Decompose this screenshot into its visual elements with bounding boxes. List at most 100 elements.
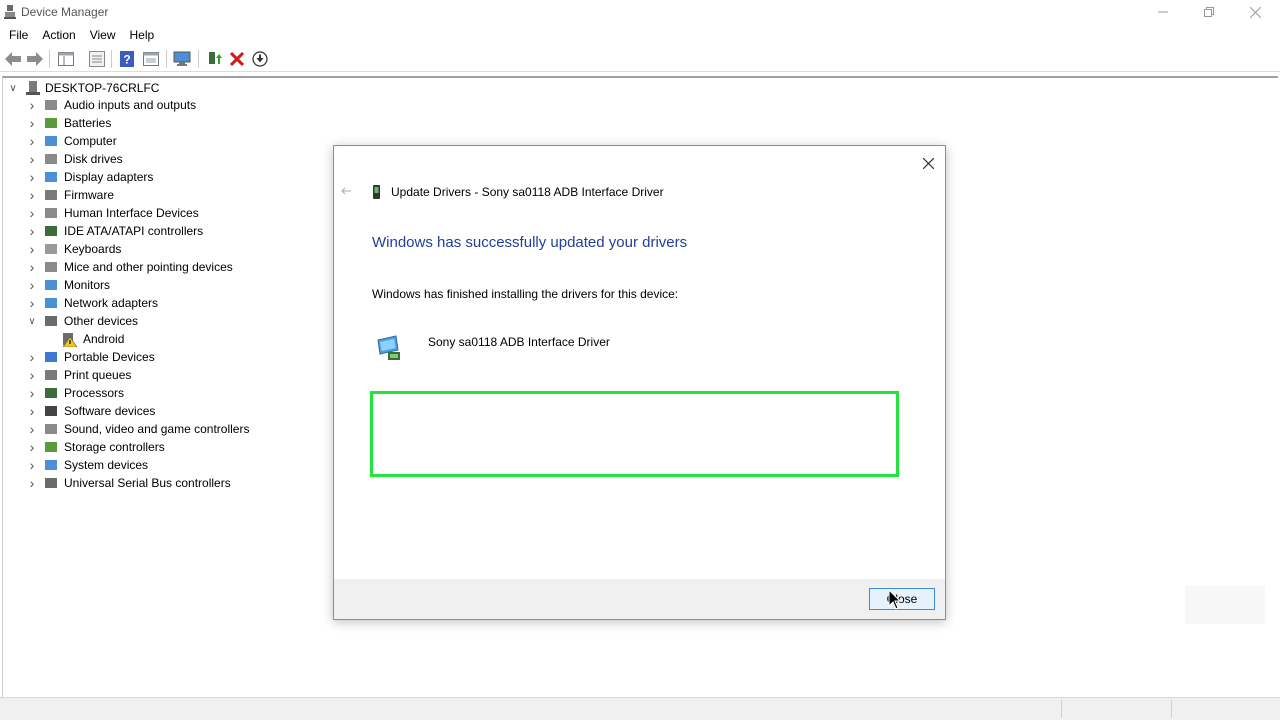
toolbar-separator: [198, 50, 199, 68]
tree-category-item[interactable]: Universal Serial Bus controllers: [64, 474, 231, 492]
dialog-header-text: Update Drivers - Sony sa0118 ADB Interfa…: [391, 185, 664, 199]
network-icon: [45, 298, 57, 308]
menu-bar: File Action View Help: [0, 24, 1280, 46]
update-driver-icon: [209, 52, 222, 64]
storage-icon: [45, 442, 57, 452]
tree-category-item[interactable]: Display adapters: [64, 168, 153, 186]
tree-category-item[interactable]: Print queues: [64, 366, 131, 384]
restore-button[interactable]: [1186, 0, 1232, 24]
tree-category-item[interactable]: Storage controllers: [64, 438, 165, 456]
chevron-right-icon[interactable]: ›: [27, 204, 37, 222]
close-button[interactable]: Close: [869, 588, 935, 610]
forward-arrow-icon: [27, 52, 43, 66]
tree-category-item[interactable]: Audio inputs and outputs: [64, 96, 196, 114]
tree-category-item[interactable]: Keyboards: [64, 240, 121, 258]
tree-category-item[interactable]: Sound, video and game controllers: [64, 420, 249, 438]
dialog-back-button[interactable]: [341, 183, 351, 198]
processor-icon: [45, 388, 57, 398]
download-circle-icon: [252, 51, 268, 67]
scan-hardware-button[interactable]: [173, 50, 191, 68]
monitor-icon: [45, 280, 57, 290]
device-manager-icon: [4, 5, 16, 19]
chevron-right-icon[interactable]: ›: [27, 222, 37, 240]
dialog-heading: Windows has successfully updated your dr…: [372, 234, 688, 251]
chevron-right-icon[interactable]: ›: [27, 150, 37, 168]
chevron-right-icon[interactable]: ›: [27, 348, 37, 366]
chevron-right-icon[interactable]: ›: [27, 438, 37, 456]
tree-category-item[interactable]: Computer: [64, 132, 117, 150]
dialog-header: Update Drivers - Sony sa0118 ADB Interfa…: [372, 185, 664, 199]
close-icon: [922, 157, 934, 169]
tree-category-item[interactable]: Other devices: [64, 312, 138, 330]
tree-category-item[interactable]: Processors: [64, 384, 124, 402]
dialog-close-button[interactable]: [917, 152, 939, 174]
tree-category-item[interactable]: Firmware: [64, 186, 114, 204]
properties-button[interactable]: [88, 50, 106, 68]
uninstall-device-button[interactable]: [228, 50, 246, 68]
tree-category-item[interactable]: System devices: [64, 456, 148, 474]
properties-pane-icon: [58, 52, 74, 66]
help-button[interactable]: ?: [119, 50, 137, 68]
tree-category-item[interactable]: Software devices: [64, 402, 155, 420]
menu-action[interactable]: Action: [37, 24, 80, 46]
forward-button[interactable]: [26, 50, 44, 68]
dialog-footer: [334, 579, 945, 619]
chevron-right-icon[interactable]: ›: [27, 384, 37, 402]
chevron-down-icon[interactable]: ∨: [8, 79, 18, 97]
show-hide-console-tree-button[interactable]: [57, 50, 75, 68]
chevron-right-icon[interactable]: ›: [27, 114, 37, 132]
chevron-right-icon[interactable]: ›: [27, 456, 37, 474]
chevron-right-icon[interactable]: ›: [27, 366, 37, 384]
chevron-right-icon[interactable]: ›: [27, 276, 37, 294]
enable-device-button[interactable]: [251, 50, 269, 68]
toolbar-separator: [111, 50, 112, 68]
back-arrow-icon: [341, 187, 351, 195]
tree-category-item[interactable]: Human Interface Devices: [64, 204, 199, 222]
chevron-right-icon[interactable]: ›: [27, 294, 37, 312]
tree-category-item[interactable]: Batteries: [64, 114, 111, 132]
chevron-right-icon[interactable]: ›: [27, 258, 37, 276]
back-button[interactable]: [4, 50, 22, 68]
tree-category-item[interactable]: IDE ATA/ATAPI controllers: [64, 222, 203, 240]
highlight-box: [370, 391, 899, 477]
device-name: Sony sa0118 ADB Interface Driver: [428, 335, 610, 349]
speaker-icon: [45, 100, 57, 110]
keyboard-icon: [45, 244, 57, 254]
toolbar-separator: [166, 50, 167, 68]
tree-category-item[interactable]: Disk drives: [64, 150, 123, 168]
chevron-right-icon[interactable]: ›: [27, 402, 37, 420]
computer-tower-icon: [26, 81, 40, 95]
minimize-button[interactable]: [1140, 0, 1186, 24]
chevron-right-icon[interactable]: ›: [27, 420, 37, 438]
chevron-right-icon[interactable]: ›: [27, 132, 37, 150]
menu-file[interactable]: File: [4, 24, 33, 46]
tree-device-android[interactable]: Android: [83, 330, 124, 348]
close-window-button[interactable]: [1232, 0, 1278, 24]
chevron-right-icon[interactable]: ›: [27, 240, 37, 258]
ide-icon: [45, 226, 57, 236]
sound-icon: [45, 424, 57, 434]
tree-category-item[interactable]: Mice and other pointing devices: [64, 258, 233, 276]
computer-icon: [45, 136, 57, 146]
view-button[interactable]: [142, 50, 160, 68]
chevron-right-icon[interactable]: ›: [27, 96, 37, 114]
tree-category-item[interactable]: Portable Devices: [64, 348, 155, 366]
menu-help[interactable]: Help: [125, 24, 160, 46]
driver-device-icon: [377, 335, 400, 360]
title-bar: Device Manager: [0, 0, 1280, 24]
chevron-right-icon[interactable]: ›: [27, 168, 37, 186]
tree-category-item[interactable]: Network adapters: [64, 294, 158, 312]
device-manager-window: Device Manager File Action View Help ? ∨…: [0, 0, 1280, 720]
faded-button-ghost: [1185, 586, 1265, 624]
warning-device-icon: [62, 333, 78, 347]
tree-category-item[interactable]: Monitors: [64, 276, 110, 294]
svg-text:?: ?: [123, 53, 130, 67]
update-driver-button[interactable]: [205, 50, 223, 68]
tree-root-node[interactable]: DESKTOP-76CRLFC: [45, 79, 159, 97]
chevron-right-icon[interactable]: ›: [27, 186, 37, 204]
menu-view[interactable]: View: [85, 24, 121, 46]
chevron-down-icon[interactable]: ∨: [27, 312, 37, 330]
chevron-right-icon[interactable]: ›: [27, 474, 37, 492]
minimize-icon: [1158, 11, 1168, 13]
back-arrow-icon: [5, 52, 21, 66]
